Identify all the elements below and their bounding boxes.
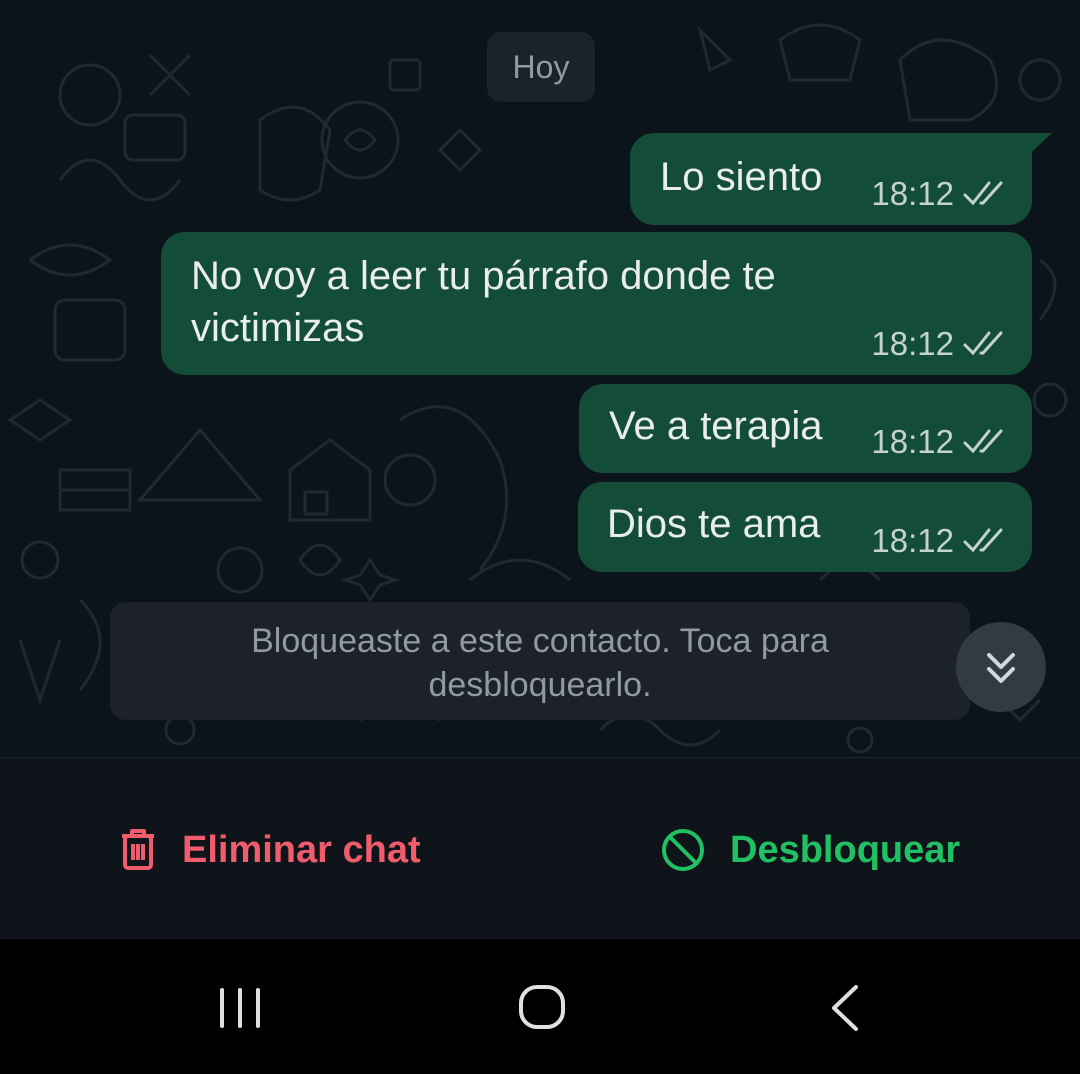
message-text: Dios te ama <box>607 502 821 546</box>
double-check-icon <box>963 528 1003 553</box>
message-time: 18:12 <box>871 175 954 212</box>
double-check-icon <box>963 429 1003 454</box>
message-bubble[interactable]: No voy a leer tu párrafo donde te victim… <box>161 232 1032 375</box>
delete-chat-label: Eliminar chat <box>182 828 421 871</box>
recent-apps-icon[interactable] <box>216 987 264 1029</box>
message-bubble[interactable]: Dios te ama 18:12 <box>578 482 1032 572</box>
message-meta: 18:12 <box>871 175 1006 213</box>
unblock-label: Desbloquear <box>730 828 961 871</box>
double-check-icon <box>963 331 1003 356</box>
back-icon[interactable] <box>826 983 866 1033</box>
message-meta: 18:12 <box>871 522 1006 560</box>
block-icon <box>662 829 704 871</box>
double-chevron-down-icon <box>987 653 1015 683</box>
message-meta: 18:12 <box>871 423 1006 461</box>
message-text: Lo siento <box>660 155 823 199</box>
blocked-notice[interactable]: Bloqueaste a este contacto. Toca para de… <box>110 602 970 720</box>
message-bubble[interactable]: Ve a terapia 18:12 <box>579 384 1032 473</box>
double-check-icon <box>963 181 1003 206</box>
chat-area[interactable]: Hoy Lo siento 18:12 No voy a leer tu pár… <box>0 0 1080 757</box>
delete-chat-button[interactable]: Eliminar chat <box>118 826 421 874</box>
system-nav-bar <box>0 939 1080 1074</box>
unblock-button[interactable]: Desbloquear <box>660 826 960 874</box>
message-bubble[interactable]: Lo siento 18:12 <box>630 133 1032 225</box>
message-time: 18:12 <box>871 522 954 559</box>
blocked-action-bar: Eliminar chat Desbloquear <box>0 757 1080 939</box>
message-time: 18:12 <box>871 325 954 362</box>
message-text: No voy a leer tu párrafo donde te victim… <box>191 254 776 350</box>
message-meta: 18:12 <box>871 325 1006 363</box>
message-text: Ve a terapia <box>609 404 823 448</box>
message-time: 18:12 <box>871 423 954 460</box>
trash-icon <box>122 829 154 870</box>
date-chip: Hoy <box>487 32 595 102</box>
home-icon[interactable] <box>518 984 566 1030</box>
scroll-down-button[interactable] <box>956 622 1046 712</box>
